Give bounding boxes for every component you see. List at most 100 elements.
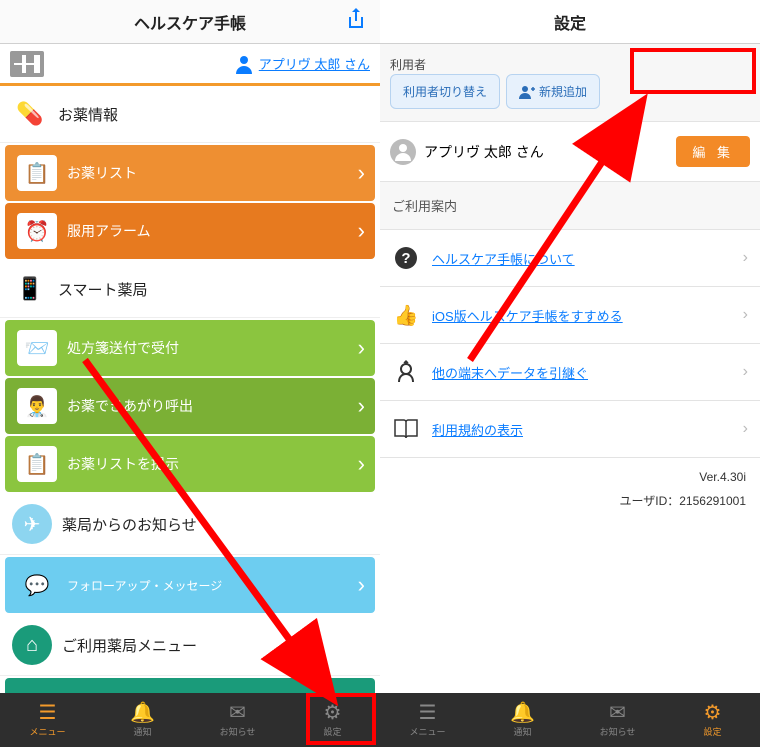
user-name-text[interactable]: アプリヴ 太郎 さん: [259, 54, 370, 73]
guide-recommend[interactable]: 👍 iOS版ヘルスケア手帳をすすめる ›: [380, 287, 760, 344]
tab-menu-label: メニュー: [29, 725, 65, 738]
person-plus-icon: [519, 84, 535, 100]
svg-text:?: ?: [401, 250, 410, 267]
item-ready[interactable]: 👨‍⚕️ お薬できあがり呼出 ›: [5, 378, 375, 434]
phone-icon: 📱: [12, 271, 48, 307]
version-text: Ver.4.30i: [394, 470, 746, 484]
item-show-list[interactable]: 📋 お薬リストを提示 ›: [5, 436, 375, 492]
user-name-link[interactable]: アプリヴ 太郎 さん: [235, 54, 370, 74]
left-screen: ヘルスケア手帳 アプリヴ 太郎 さん 💊 お薬情報 📋 お薬リスト › ⏰ 服用…: [0, 0, 380, 747]
tab-notify-r[interactable]: 🔔 通知: [475, 693, 570, 747]
chevron-right-icon: ›: [358, 335, 365, 361]
avatar-icon: [390, 139, 416, 165]
left-scroll[interactable]: 💊 お薬情報 📋 お薬リスト › ⏰ 服用アラーム › 📱 スマート薬局 📨 処…: [0, 86, 380, 693]
building-icon: ⌂: [12, 625, 52, 665]
user-id-row: ユーザID：2156291001: [394, 492, 746, 509]
tab-settings-r[interactable]: ⚙ 設定: [665, 693, 760, 747]
tab-news-r[interactable]: ✉ お知らせ: [570, 693, 665, 747]
list-icon: 📋: [17, 155, 57, 191]
mail-icon: ✉: [609, 703, 626, 723]
hospital-icon[interactable]: [10, 51, 44, 77]
switch-user-label: 利用者切り替え: [403, 83, 487, 100]
chat-icon: 💬: [17, 567, 57, 603]
item-alarm[interactable]: ⏰ 服用アラーム ›: [5, 203, 375, 259]
section-pharmacy-notice-label: 薬局からのお知らせ: [62, 514, 197, 535]
tab-notify[interactable]: 🔔 通知: [95, 693, 190, 747]
show-list-icon: 📋: [17, 446, 57, 482]
section-med-info-label: お薬情報: [58, 104, 118, 125]
guide-about-label: ヘルスケア手帳について: [432, 249, 575, 268]
chevron-right-icon: ›: [358, 451, 365, 477]
chevron-right-icon: ›: [743, 363, 748, 381]
pharmacist-icon: 👨‍⚕️: [17, 388, 57, 424]
send-doc-icon: 📨: [17, 330, 57, 366]
guide-transfer-label: 他の端末へデータを引継ぐ: [432, 363, 588, 382]
tab-news[interactable]: ✉ お知らせ: [190, 693, 285, 747]
tab-settings-label: 設定: [703, 725, 721, 738]
item-prescription[interactable]: 📨 処方箋送付で受付 ›: [5, 320, 375, 376]
tab-menu-r[interactable]: ☰ メニュー: [380, 693, 475, 747]
right-title: 設定: [554, 10, 586, 34]
user-bar: アプリヴ 太郎 さん: [0, 44, 380, 86]
menu-icon: ☰: [419, 703, 437, 723]
section-smart-pharmacy-label: スマート薬局: [58, 279, 148, 300]
item-show-list-label: お薬リストを提示: [67, 454, 179, 474]
paper-plane-icon: ✈: [12, 504, 52, 544]
bell-icon: 🔔: [130, 703, 155, 723]
version-info: Ver.4.30i ユーザID：2156291001: [380, 458, 760, 529]
tab-news-label: お知らせ: [600, 725, 636, 738]
section-pharmacy-menu-label: ご利用薬局メニュー: [62, 635, 197, 656]
share-icon[interactable]: [346, 7, 366, 37]
section-med-info: 💊 お薬情報: [0, 86, 380, 143]
guide-section-header: ご利用案内: [380, 182, 760, 230]
annotation-box-add-user: [630, 48, 756, 94]
bell-icon: 🔔: [510, 703, 535, 723]
guide-transfer[interactable]: 他の端末へデータを引継ぐ ›: [380, 344, 760, 401]
tab-news-label: お知らせ: [220, 725, 256, 738]
switch-user-button[interactable]: 利用者切り替え: [390, 74, 500, 109]
add-user-button[interactable]: 新規追加: [506, 74, 600, 109]
left-header: ヘルスケア手帳: [0, 0, 380, 44]
user-id-label: ユーザID：: [619, 494, 679, 508]
tab-menu-label: メニュー: [409, 725, 445, 738]
tab-notify-label: 通知: [513, 725, 531, 738]
item-followup-label: フォローアップ・メッセージ: [67, 577, 222, 594]
item-med-list-label: お薬リスト: [67, 163, 137, 183]
left-title: ヘルスケア手帳: [134, 10, 246, 34]
annotation-box-settings-tab: [306, 693, 376, 745]
current-user-name: アプリヴ 太郎 さん: [424, 142, 668, 162]
section-pharmacy-notice: ✈ 薬局からのお知らせ: [0, 494, 380, 555]
chevron-right-icon: ›: [743, 420, 748, 438]
guide-terms-label: 利用規約の表示: [432, 420, 523, 439]
right-tabbar: ☰ メニュー 🔔 通知 ✉ お知らせ ⚙ 設定: [380, 693, 760, 747]
section-pharmacy-menu: ⌂ ご利用薬局メニュー: [0, 615, 380, 676]
edit-button[interactable]: 編 集: [676, 136, 750, 167]
question-icon: ?: [392, 244, 420, 272]
item-alarm-label: 服用アラーム: [67, 221, 151, 241]
item-med-list[interactable]: 📋 お薬リスト ›: [5, 145, 375, 201]
book-icon: [392, 415, 420, 443]
right-screen: 設定 利用者 利用者切り替え 新規追加 アプリヴ 太郎 さん 編 集 ご利用案内…: [380, 0, 760, 747]
current-user-row: アプリヴ 太郎 さん 編 集: [380, 122, 760, 182]
alarm-icon: ⏰: [17, 213, 57, 249]
right-header: 設定: [380, 0, 760, 44]
guide-about[interactable]: ? ヘルスケア手帳について ›: [380, 230, 760, 287]
chevron-right-icon: ›: [358, 393, 365, 419]
section-smart-pharmacy: 📱 スマート薬局: [0, 261, 380, 318]
item-health-check[interactable]: 🩺 ヘルスケアチェック ›: [5, 678, 375, 693]
user-id-value: 2156291001: [679, 494, 746, 508]
tab-notify-label: 通知: [133, 725, 151, 738]
menu-icon: ☰: [39, 703, 57, 723]
chevron-right-icon: ›: [743, 306, 748, 324]
item-ready-label: お薬できあがり呼出: [67, 396, 193, 416]
tab-menu[interactable]: ☰ メニュー: [0, 693, 95, 747]
guide-terms[interactable]: 利用規約の表示 ›: [380, 401, 760, 458]
guide-recommend-label: iOS版ヘルスケア手帳をすすめる: [432, 306, 623, 325]
item-followup[interactable]: 💬 フォローアップ・メッセージ ›: [5, 557, 375, 613]
chevron-right-icon: ›: [358, 572, 365, 598]
add-user-label: 新規追加: [539, 83, 587, 100]
user-section-label: 利用者: [390, 58, 426, 72]
transfer-icon: [392, 358, 420, 386]
item-prescription-label: 処方箋送付で受付: [67, 338, 179, 358]
chevron-right-icon: ›: [358, 160, 365, 186]
